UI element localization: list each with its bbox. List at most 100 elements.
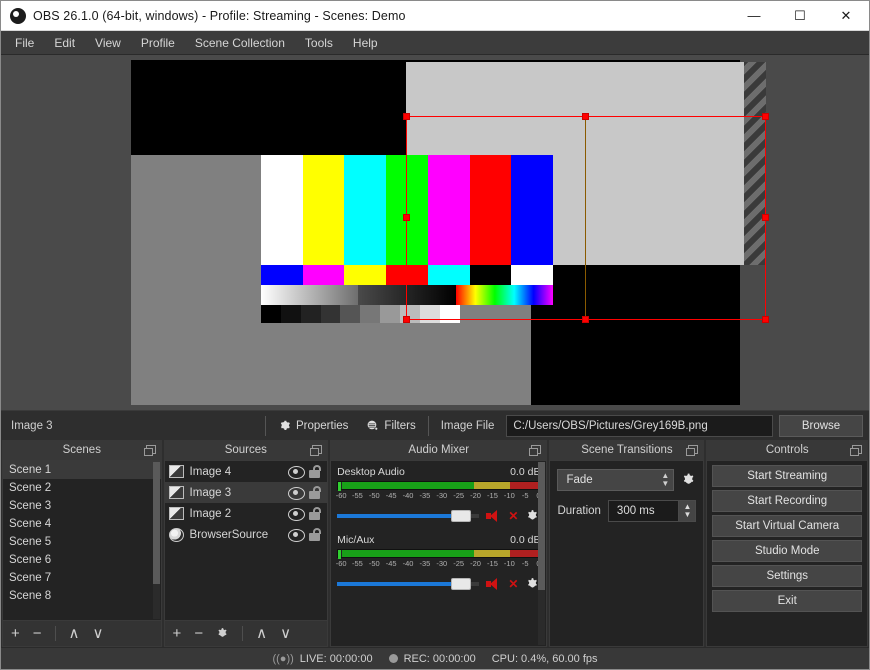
start-virtual-camera-button[interactable]: Start Virtual Camera [712, 515, 862, 537]
maximize-button[interactable]: ☐ [777, 1, 823, 30]
float-icon[interactable] [143, 445, 156, 456]
audio-channel-mic-aux[interactable]: Mic/Aux 0.0 dB -60 -55 -50 -45 -40 -35 -… [336, 534, 540, 591]
close-button[interactable]: ✕ [823, 1, 869, 30]
lock-icon[interactable] [309, 486, 322, 499]
gear-icon [280, 420, 290, 430]
visibility-eye-icon[interactable] [288, 529, 306, 542]
scene-item-8[interactable]: Scene 8 [3, 587, 161, 605]
scenes-scrollbar[interactable] [152, 462, 160, 619]
audio-mixer-body[interactable]: Desktop Audio 0.0 dB -60 -55 -50 -45 -40… [330, 460, 548, 647]
preview-canvas[interactable] [131, 60, 766, 405]
float-icon[interactable] [686, 445, 699, 456]
sources-list[interactable]: Image 4 Image 3 Image 2 BrowserSource [163, 460, 329, 621]
mute-speaker-icon[interactable] [486, 577, 501, 591]
mute-speaker-icon[interactable] [486, 509, 501, 523]
scenes-list[interactable]: Scene 1 Scene 2 Scene 3 Scene 4 Scene 5 … [2, 460, 162, 621]
window-title: OBS 26.1.0 (64-bit, windows) - Profile: … [33, 8, 406, 23]
sources-dock: Sources Image 4 Image 3 Image 2 BrowserS… [163, 440, 329, 647]
transition-settings-gear-icon[interactable] [681, 472, 696, 488]
scene-item-3[interactable]: Scene 3 [3, 497, 161, 515]
menu-profile[interactable]: Profile [131, 33, 185, 53]
start-recording-button[interactable]: Start Recording [712, 490, 862, 512]
filters-icon [368, 420, 378, 430]
scene-item-7[interactable]: Scene 7 [3, 569, 161, 587]
duration-stepper[interactable]: ▲ ▼ [678, 501, 696, 521]
scene-item-4[interactable]: Scene 4 [3, 515, 161, 533]
duration-spinbox[interactable]: 300 ms ▲ ▼ [607, 500, 697, 522]
image-icon [168, 465, 184, 478]
selected-source-label: Image 3 [11, 419, 53, 432]
move-scene-down-button[interactable]: ∨ [93, 626, 104, 641]
color-bars-source[interactable] [261, 155, 554, 323]
scene-transitions-title-bar: Scene Transitions [549, 440, 705, 460]
color-bars-ramps [261, 285, 553, 305]
lock-icon[interactable] [309, 465, 322, 478]
lock-icon[interactable] [309, 507, 322, 520]
scene-item-5[interactable]: Scene 5 [3, 533, 161, 551]
divider [265, 415, 266, 436]
image-stripe-edge [744, 62, 766, 265]
lock-icon[interactable] [309, 528, 322, 541]
move-source-down-button[interactable]: ∨ [280, 626, 291, 641]
live-status: ((●)) LIVE: 00:00:00 [272, 653, 372, 665]
scene-transitions-title: Scene Transitions [581, 444, 673, 456]
globe-icon [168, 527, 184, 542]
source-settings-gear-icon[interactable] [216, 627, 229, 640]
divider [242, 626, 244, 641]
source-item-browsersource[interactable]: BrowserSource [165, 524, 328, 545]
scene-item-2[interactable]: Scene 2 [3, 479, 161, 497]
studio-mode-button[interactable]: Studio Mode [712, 540, 862, 562]
color-bars-main [261, 155, 554, 265]
browse-button[interactable]: Browse [779, 414, 863, 437]
source-item-image-2[interactable]: Image 2 [165, 503, 328, 524]
menu-help[interactable]: Help [343, 33, 388, 53]
divider-2 [427, 415, 429, 436]
visibility-eye-icon[interactable] [288, 487, 306, 500]
record-dot-icon [388, 654, 398, 663]
transition-value: Fade [566, 474, 593, 486]
title-bar: OBS 26.1.0 (64-bit, windows) - Profile: … [1, 1, 869, 31]
live-label: LIVE: 00:00:00 [299, 652, 373, 665]
source-label: Image 4 [189, 465, 232, 478]
source-item-image-4[interactable]: Image 4 [165, 461, 328, 482]
settings-button[interactable]: Settings [712, 565, 862, 587]
exit-button[interactable]: Exit [712, 590, 862, 612]
scene-item-6[interactable]: Scene 6 [3, 551, 161, 569]
handle-bottom-right[interactable] [762, 316, 769, 323]
image-file-input[interactable]: C:/Users/OBS/Pictures/Grey169B.png [506, 414, 773, 437]
float-icon[interactable] [850, 445, 862, 456]
scene-item-1[interactable]: Scene 1 [3, 461, 161, 479]
audio-channel-desktop-audio[interactable]: Desktop Audio 0.0 dB -60 -55 -50 -45 -40… [336, 466, 540, 523]
obs-main-window: OBS 26.1.0 (64-bit, windows) - Profile: … [0, 0, 870, 670]
visibility-eye-icon[interactable] [288, 508, 306, 521]
move-scene-up-button[interactable]: ∧ [69, 626, 80, 641]
image-icon [168, 486, 184, 499]
scene-transitions-dock: Scene Transitions Fade ▲ ▼ Duration 300 … [549, 440, 705, 647]
filters-button[interactable]: Filters [360, 416, 421, 435]
transition-select[interactable]: Fade ▲ ▼ [557, 469, 675, 491]
visibility-eye-icon[interactable] [288, 466, 306, 479]
properties-button[interactable]: Properties [272, 416, 354, 435]
sources-title-bar: Sources [163, 440, 329, 460]
menu-edit[interactable]: Edit [44, 33, 85, 53]
minimize-button[interactable]: — [731, 1, 777, 30]
move-source-up-button[interactable]: ∧ [256, 626, 267, 641]
remove-source-button[interactable]: − [194, 626, 203, 641]
audio-mixer-dock: Audio Mixer Desktop Audio 0.0 dB -60 -55… [330, 440, 548, 647]
divider [54, 626, 56, 641]
volume-slider[interactable] [337, 578, 480, 590]
float-icon[interactable] [310, 445, 323, 456]
preview-area[interactable] [1, 55, 869, 410]
add-scene-button[interactable]: + [11, 626, 20, 641]
menu-tools[interactable]: Tools [295, 33, 343, 53]
menu-view[interactable]: View [85, 33, 131, 53]
remove-scene-button[interactable]: − [33, 626, 42, 641]
mixer-scrollbar[interactable] [538, 462, 546, 645]
volume-slider[interactable] [337, 510, 480, 522]
menu-scene-collection[interactable]: Scene Collection [185, 33, 295, 53]
menu-file[interactable]: File [5, 33, 44, 53]
source-item-image-3[interactable]: Image 3 [164, 482, 328, 503]
start-streaming-button[interactable]: Start Streaming [712, 465, 862, 487]
float-icon[interactable] [529, 445, 542, 456]
add-source-button[interactable]: + [173, 626, 182, 641]
